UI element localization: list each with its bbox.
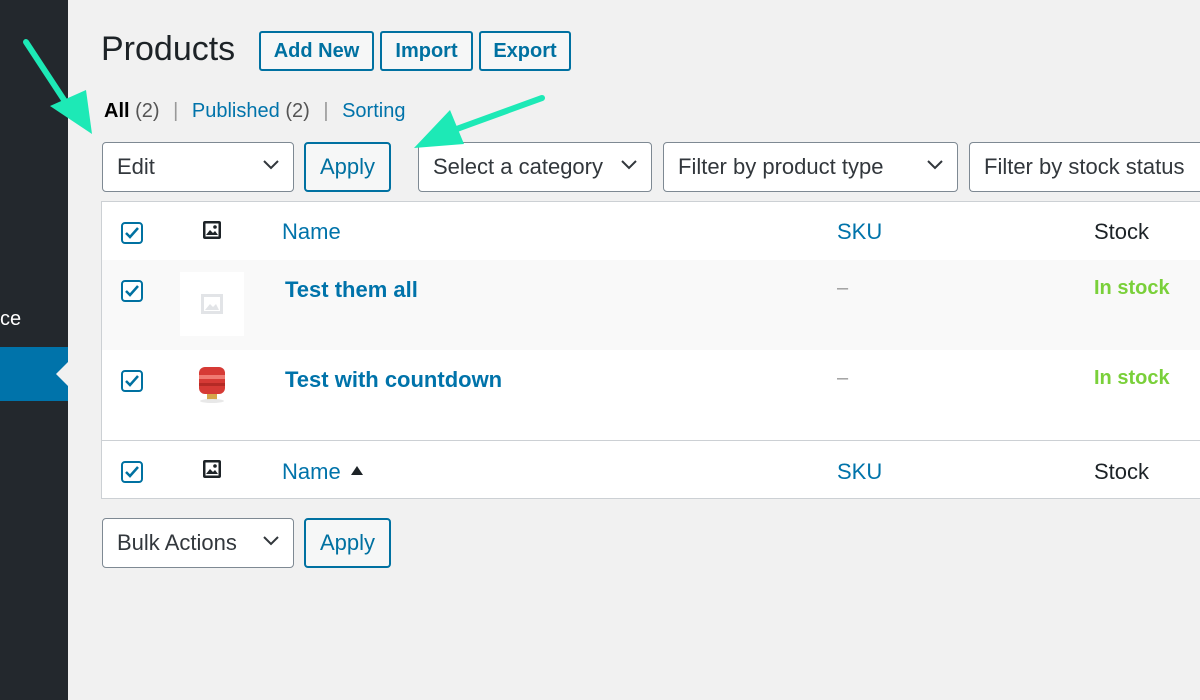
sidebar-item-label[interactable]: ce — [0, 308, 21, 331]
product-thumbnail-popsicle[interactable] — [192, 364, 232, 404]
bulk-action-select-top[interactable]: Edit — [102, 142, 294, 192]
select-all-checkbox-footer[interactable] — [121, 461, 143, 483]
name-column-footer-label: Name — [282, 459, 341, 484]
view-published-link[interactable]: Published — [192, 100, 280, 122]
stock-status: In stock — [1094, 367, 1170, 389]
bulk-action-select-bottom[interactable]: Bulk Actions — [102, 518, 294, 568]
product-title-link[interactable]: Test with countdown — [285, 367, 502, 393]
apply-button-top[interactable]: Apply — [304, 142, 391, 192]
stock-column-header: Stock — [1094, 219, 1150, 244]
view-sorting-link[interactable]: Sorting — [342, 100, 405, 122]
checkmark-icon — [125, 466, 139, 478]
select-all-checkbox[interactable] — [121, 222, 143, 244]
view-separator: | — [323, 100, 329, 122]
annotation-arrow-icon — [23, 39, 92, 134]
category-filter-value: Select a category — [433, 154, 603, 179]
product-thumbnail-placeholder[interactable] — [180, 272, 244, 336]
product-type-filter-value: Filter by product type — [678, 154, 884, 179]
image-column-icon — [203, 460, 221, 478]
table-footer-row: Name SKU Stock — [102, 440, 1200, 499]
sku-value: – — [837, 367, 849, 389]
stock-status-filter-value: Filter by stock status — [984, 154, 1185, 179]
chevron-down-icon — [621, 160, 637, 170]
image-column-icon — [203, 221, 221, 239]
table-row: Test with countdown – In stock — [102, 350, 1200, 440]
chevron-down-icon — [263, 160, 279, 170]
product-type-filter-select[interactable]: Filter by product type — [663, 142, 958, 192]
checkmark-icon — [125, 375, 139, 387]
view-published-count: (2) — [285, 100, 310, 122]
checkmark-icon — [125, 285, 139, 297]
import-button[interactable]: Import — [380, 31, 473, 71]
checkmark-icon — [125, 227, 139, 239]
sort-ascending-icon — [350, 465, 363, 475]
name-column-header[interactable]: Name — [282, 219, 341, 245]
page-title: Products — [101, 30, 236, 68]
sidebar-active-pointer — [56, 362, 68, 386]
row-checkbox[interactable] — [121, 370, 143, 392]
table-header-row: Name SKU Stock — [102, 202, 1200, 261]
export-button[interactable]: Export — [479, 31, 571, 71]
chevron-down-icon — [263, 536, 279, 546]
annotation-arrow-icon — [414, 95, 545, 148]
sku-value: – — [837, 277, 849, 299]
bulk-action-select-value: Edit — [117, 154, 155, 179]
name-column-footer[interactable]: Name — [282, 459, 363, 485]
view-all-label[interactable]: All — [104, 100, 130, 122]
row-checkbox[interactable] — [121, 280, 143, 302]
placeholder-image-icon — [201, 294, 223, 314]
bulk-action-select-bottom-value: Bulk Actions — [117, 530, 237, 555]
stock-status-filter-select[interactable]: Filter by stock status — [969, 142, 1200, 192]
products-table: Name SKU Stock Test them all – In stock — [101, 201, 1200, 499]
view-separator: | — [173, 100, 179, 122]
stock-column-footer: Stock — [1094, 459, 1150, 484]
sku-column-footer[interactable]: SKU — [837, 459, 882, 485]
stock-status: In stock — [1094, 277, 1170, 299]
sku-column-header[interactable]: SKU — [837, 219, 882, 245]
view-filters: All (2) | Published (2) | Sorting — [104, 100, 405, 123]
view-all-count: (2) — [135, 100, 160, 122]
product-title-link[interactable]: Test them all — [285, 277, 418, 303]
apply-button-bottom[interactable]: Apply — [304, 518, 391, 568]
chevron-down-icon — [927, 160, 943, 170]
table-row: Test them all – In stock — [102, 260, 1200, 350]
add-new-button[interactable]: Add New — [259, 31, 374, 71]
